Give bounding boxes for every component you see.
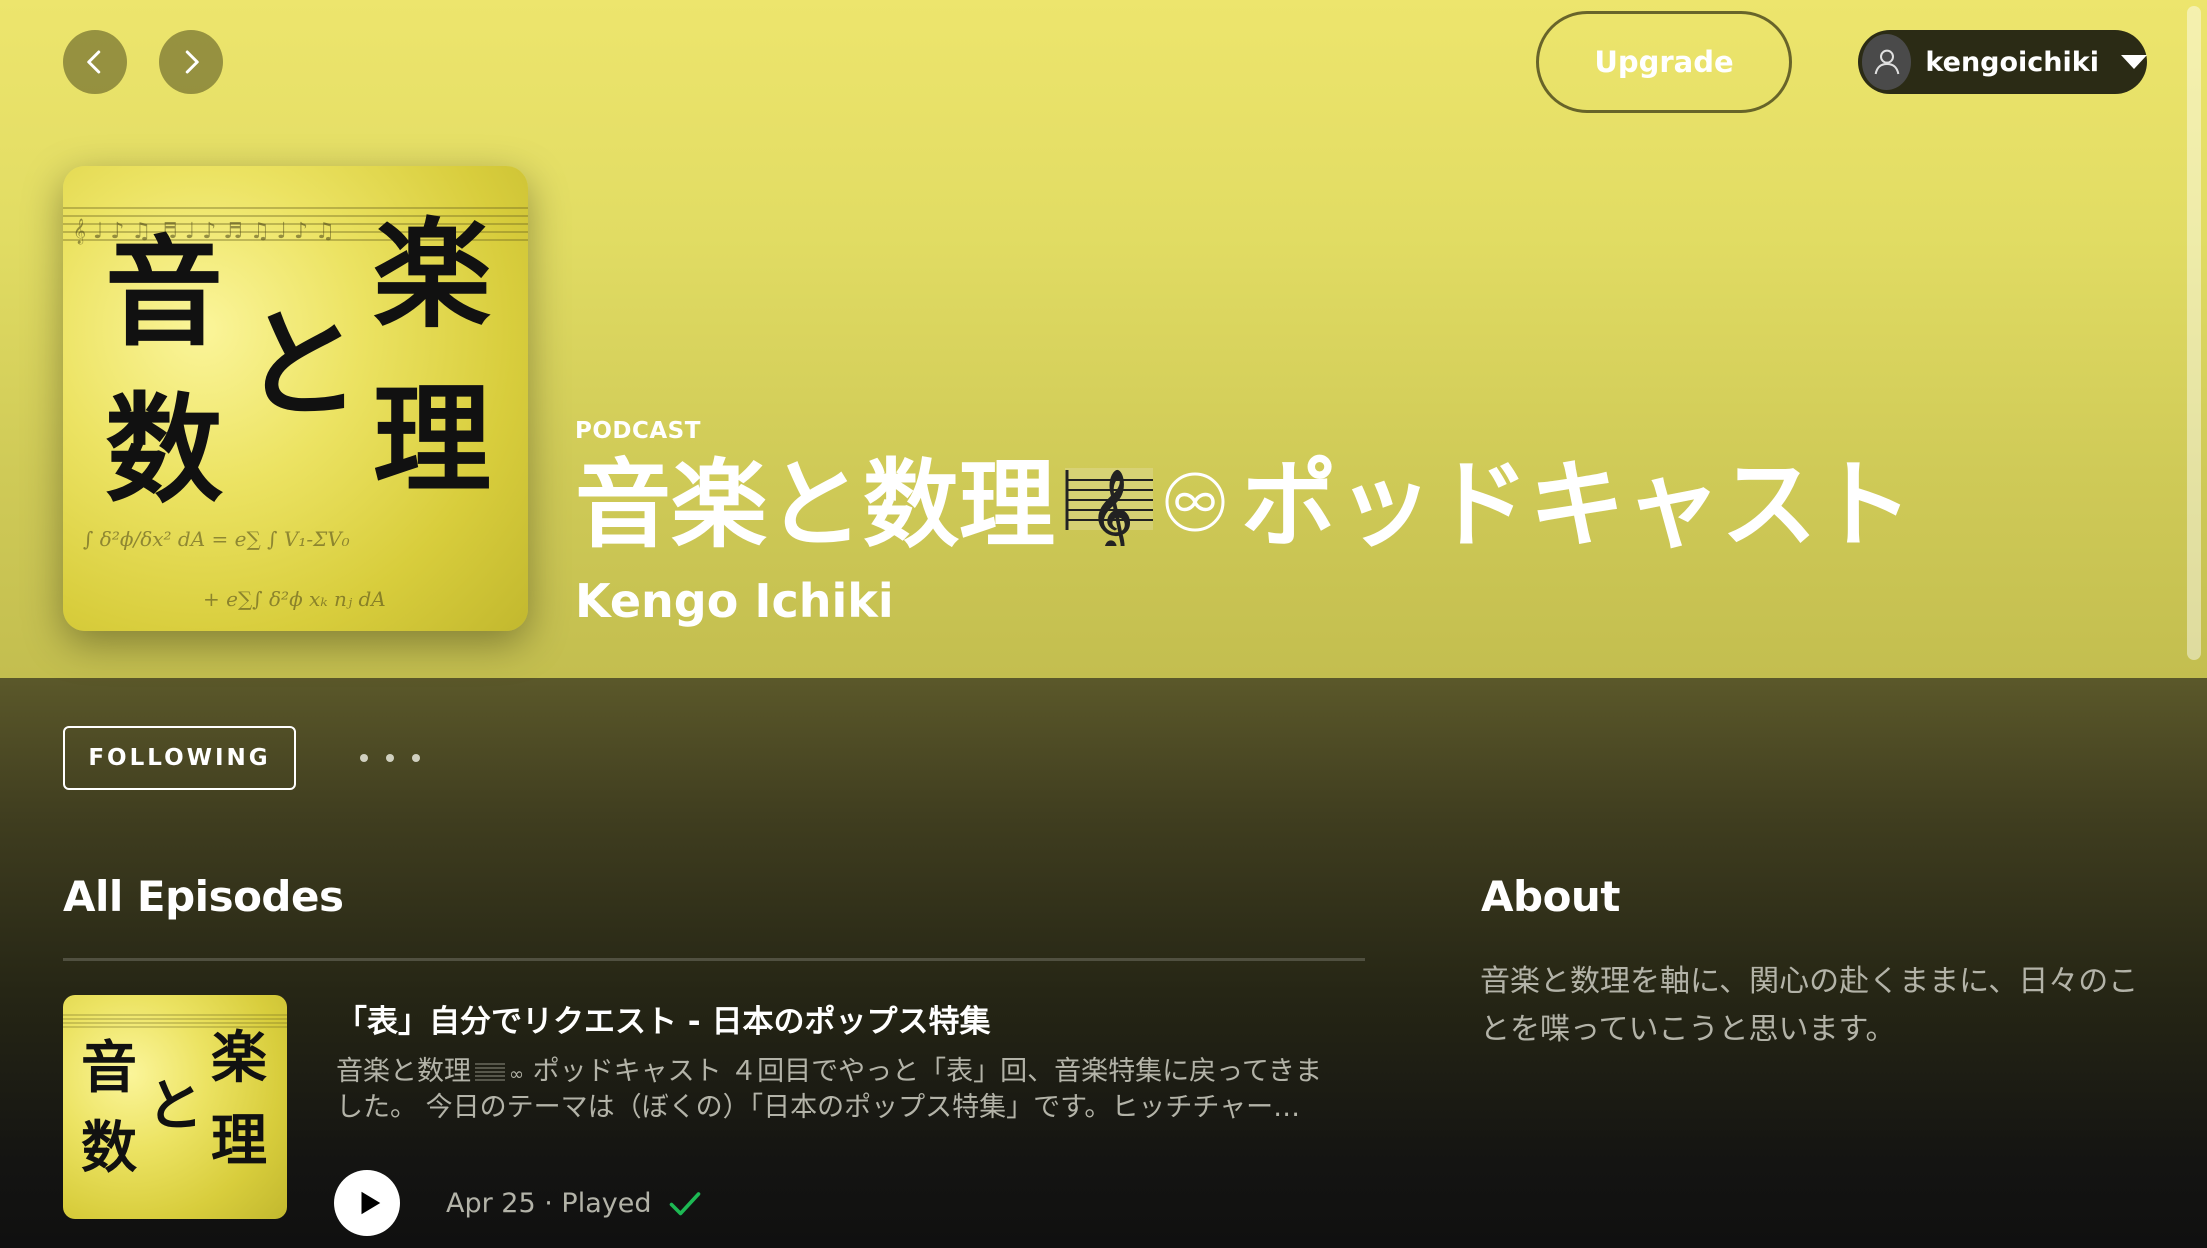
checkmark-icon bbox=[670, 1192, 701, 1216]
svg-text:𝄞: 𝄞 bbox=[1091, 469, 1132, 546]
infinity-icon bbox=[1163, 446, 1227, 532]
episode-meta: Apr 25 · Played bbox=[446, 1185, 703, 1221]
forward-button[interactable] bbox=[159, 30, 223, 94]
cover-char-3: と bbox=[243, 296, 361, 434]
svg-text:∫ δ²ϕ/δx² dA = e∑ ∫ V₁-ΣV₀: ∫ δ²ϕ/δx² dA = e∑ ∫ V₁-ΣV₀ bbox=[83, 527, 350, 551]
user-menu-button[interactable]: kengoichiki bbox=[1858, 30, 2147, 94]
cover-char-1: 音 bbox=[105, 224, 223, 362]
cover-char-4: 数 bbox=[105, 381, 223, 519]
cover-char-2: 楽 bbox=[373, 206, 491, 344]
title-text-1: 音楽と数理 bbox=[575, 449, 1055, 561]
ep-cover-char-3: と bbox=[147, 1074, 203, 1139]
episodes-heading: All Episodes bbox=[63, 872, 344, 921]
music-staff-icon: 𝄞 bbox=[1061, 450, 1157, 556]
scrollbar[interactable] bbox=[2187, 6, 2201, 660]
title-text-2: ポッドキャスト bbox=[1241, 449, 1913, 561]
user-icon bbox=[1874, 49, 1900, 75]
ep-cover-char-4: 数 bbox=[81, 1116, 137, 1181]
episode-status: Played bbox=[561, 1187, 652, 1219]
about-description: 音楽と数理を軸に、関心の赴くままに、日々のことを喋っていこうと思います。 bbox=[1480, 964, 2139, 1047]
chevron-right-icon bbox=[185, 50, 199, 74]
content-type-label: PODCAST bbox=[575, 418, 701, 444]
following-button[interactable]: FOLLOWING bbox=[63, 726, 296, 790]
divider bbox=[63, 958, 1365, 961]
cover-artwork: 𝄞 ♩ ♪ ♫ ♬ ♩ ♪ ♬ ♫ ♩ ♪ ♫ ∫ δ²ϕ/δx² dA = e… bbox=[63, 206, 528, 611]
about-heading: About bbox=[1481, 872, 1620, 921]
back-button[interactable] bbox=[63, 30, 127, 94]
episode-artwork: 音 楽 と 数 理 bbox=[63, 1014, 287, 1181]
caret-down-icon bbox=[2121, 55, 2147, 69]
username: kengoichiki bbox=[1925, 46, 2099, 78]
author-link[interactable]: Kengo Ichiki bbox=[575, 574, 894, 628]
ep-cover-char-1: 音 bbox=[81, 1036, 137, 1101]
episode-description: 音楽と数理 ∞ ポッドキャスト ４回目でやっと「表」回、音楽特集に戻ってきま した… bbox=[336, 1056, 1323, 1123]
more-options-button[interactable] bbox=[360, 740, 420, 776]
ep-cover-char-5: 理 bbox=[211, 1109, 267, 1174]
episode-title[interactable]: 「表」自分でリクエスト - 日本のポップス特集 bbox=[336, 996, 1336, 1041]
podcast-cover-art: 𝄞 ♩ ♪ ♫ ♬ ♩ ♪ ♬ ♫ ♩ ♪ ♫ ∫ δ²ϕ/δx² dA = e… bbox=[63, 166, 528, 631]
avatar bbox=[1862, 34, 1912, 90]
ep-cover-char-2: 楽 bbox=[211, 1026, 267, 1091]
more-dots-icon bbox=[360, 754, 368, 762]
episode-cover-art[interactable]: 音 楽 と 数 理 bbox=[63, 995, 287, 1219]
cover-char-5: 理 bbox=[373, 371, 491, 509]
episode-date: Apr 25 bbox=[446, 1187, 536, 1219]
svg-text:+ e∑∫ δ²ϕ xₖ nⱼ dA: + e∑∫ δ²ϕ xₖ nⱼ dA bbox=[203, 587, 386, 611]
music-staff-icon bbox=[475, 1058, 505, 1084]
chevron-left-icon bbox=[87, 50, 101, 74]
play-icon bbox=[361, 1191, 381, 1215]
upgrade-button[interactable]: Upgrade bbox=[1536, 11, 1792, 113]
infinity-icon: ∞ bbox=[509, 1064, 524, 1085]
play-button[interactable] bbox=[334, 1170, 400, 1236]
page-title: 音楽と数理 𝄞 ポッドキャスト bbox=[575, 446, 1913, 560]
